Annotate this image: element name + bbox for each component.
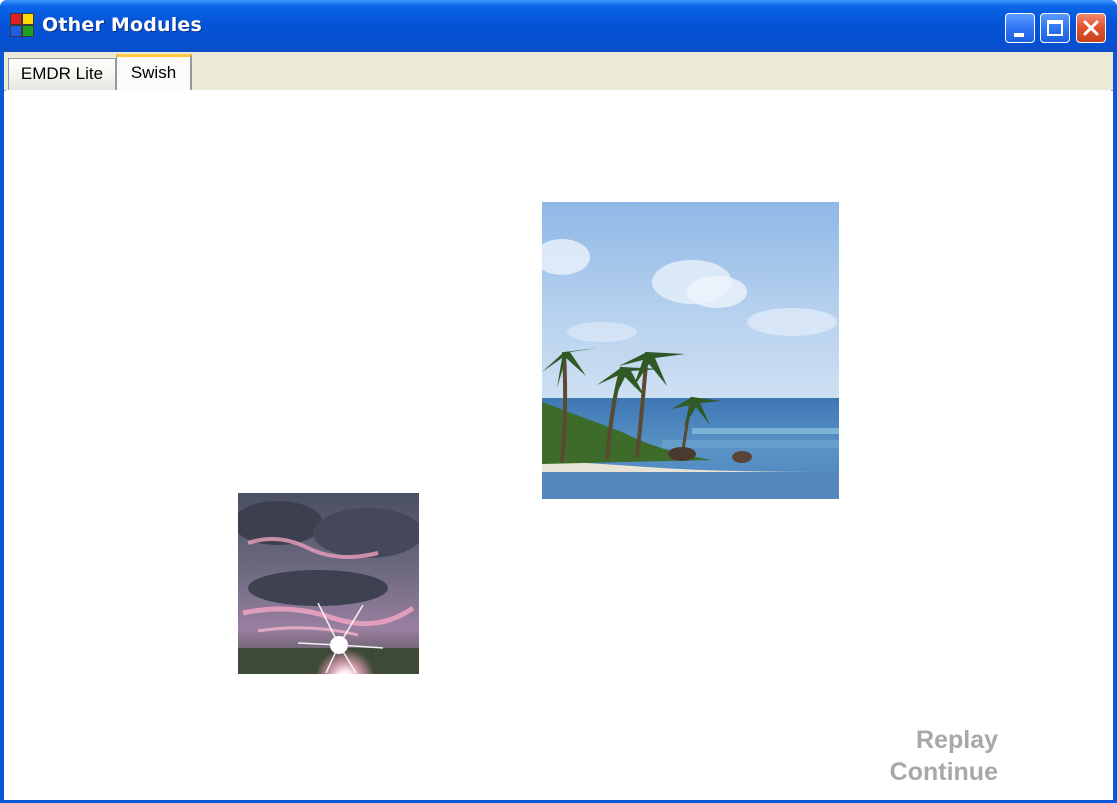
title-bar[interactable]: Other Modules: [0, 0, 1117, 52]
minimize-icon: [1014, 33, 1024, 37]
close-icon: [1083, 20, 1099, 36]
client-area: EMDR Lite Swish Replay Continue: [4, 52, 1113, 800]
maximize-button[interactable]: [1040, 13, 1070, 43]
app-window: Other Modules EMDR Lite Swish Replay Con…: [0, 0, 1117, 803]
swish-panel: Replay Continue: [6, 90, 1111, 798]
sunset-clouds-photo: [238, 493, 419, 674]
minimize-button[interactable]: [1005, 13, 1035, 43]
replay-link[interactable]: Replay: [846, 726, 998, 755]
window-title: Other Modules: [42, 14, 203, 36]
close-button[interactable]: [1076, 13, 1106, 43]
app-window-icon: [10, 13, 36, 39]
tab-strip: EMDR Lite Swish: [4, 52, 1113, 91]
tropical-beach-photo: [542, 202, 839, 499]
tab-emdr-lite[interactable]: EMDR Lite: [8, 58, 116, 90]
continue-link[interactable]: Continue: [846, 758, 998, 787]
tab-swish[interactable]: Swish: [116, 54, 192, 91]
maximize-icon: [1047, 20, 1063, 36]
